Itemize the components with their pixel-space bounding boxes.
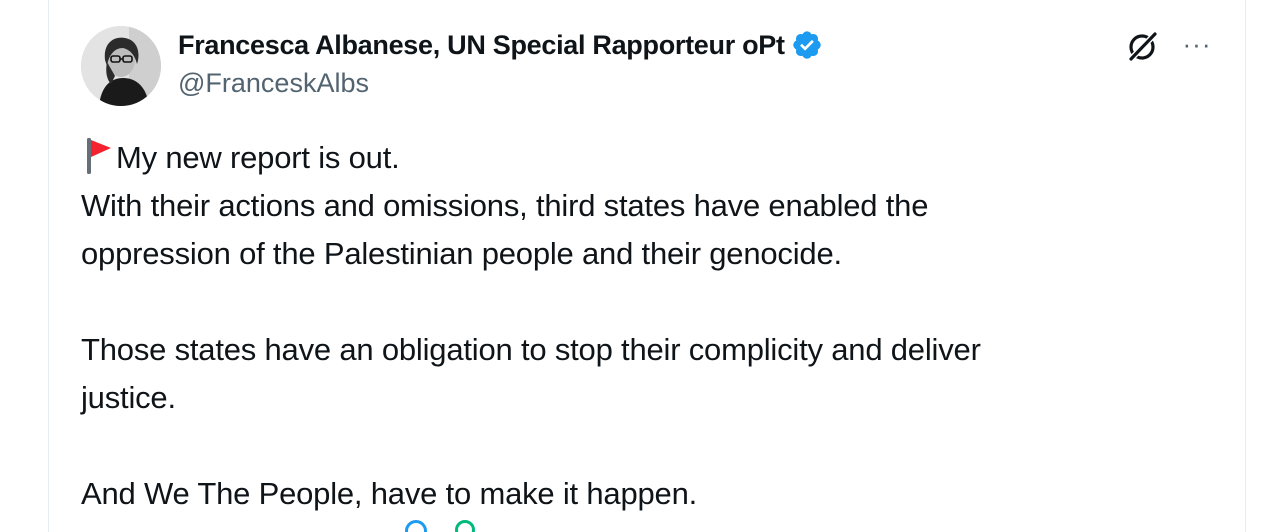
tweet-text: My new report is out. With their actions… bbox=[81, 134, 1211, 518]
tweet-line: With their actions and omissions, third … bbox=[81, 188, 929, 223]
author-name-row[interactable]: Francesca Albanese, UN Special Rapporteu… bbox=[178, 28, 823, 62]
tweet-line bbox=[81, 278, 1211, 326]
tweet-line bbox=[81, 422, 1211, 470]
avatar[interactable] bbox=[81, 26, 161, 106]
avatar-image bbox=[81, 26, 161, 106]
verified-badge-icon[interactable] bbox=[791, 29, 823, 61]
tweet-card: Francesca Albanese, UN Special Rapporteu… bbox=[48, 0, 1246, 532]
author-display-name[interactable]: Francesca Albanese, UN Special Rapporteu… bbox=[178, 30, 785, 61]
tweet-line: oppression of the Palestinian people and… bbox=[81, 236, 842, 271]
tweet-line: And We The People, have to make it happe… bbox=[81, 476, 698, 511]
tweet-line: Those states have an obligation to stop … bbox=[81, 332, 981, 367]
tweet-line: justice. bbox=[81, 380, 176, 415]
red-flag-icon bbox=[81, 136, 115, 176]
author-handle[interactable]: @FranceskAlbs bbox=[178, 68, 369, 99]
partial-mention-icon bbox=[405, 520, 427, 532]
more-options-icon[interactable]: ··· bbox=[1179, 30, 1215, 58]
tweet-line: My new report is out. bbox=[81, 134, 1211, 182]
tweet-line-text: My new report is out. bbox=[116, 140, 400, 175]
partial-green-icon bbox=[455, 520, 475, 532]
cut-off-next-line bbox=[405, 520, 475, 532]
grok-icon[interactable] bbox=[1125, 28, 1161, 64]
